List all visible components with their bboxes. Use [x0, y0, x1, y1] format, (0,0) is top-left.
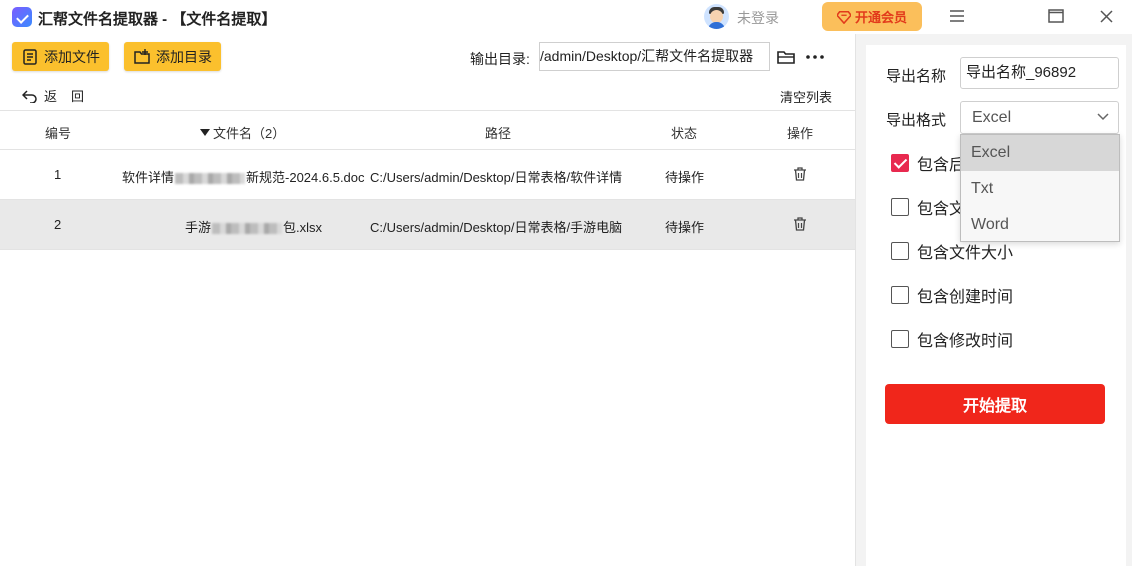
row-status: 待操作 — [665, 170, 705, 185]
redacted-mask — [175, 173, 246, 185]
include-extension-checkbox[interactable]: 包含后 — [891, 151, 965, 175]
redacted-mask — [212, 223, 283, 235]
filename-suffix: 包.xlsx — [283, 220, 323, 235]
filename-prefix: 软件详情 — [122, 170, 175, 185]
row-filename: 手游 包.xlsx — [185, 217, 365, 236]
table-row[interactable]: 1 软件详情 新规范-2024.6.5.doc C:/Users/admin/De… — [0, 150, 855, 200]
format-option-txt[interactable]: Txt — [961, 171, 1119, 207]
back-arrow-icon — [22, 89, 37, 103]
open-vip-label: 开通会员 — [854, 10, 907, 25]
filename-prefix: 手游 — [185, 220, 212, 235]
export-name-label: 导出名称 — [886, 68, 947, 85]
add-file-button[interactable]: 添加文件 — [12, 42, 109, 71]
checkbox[interactable] — [891, 330, 909, 348]
checkbox[interactable] — [891, 286, 909, 304]
diamond-icon — [836, 10, 851, 24]
row-status: 待操作 — [665, 220, 705, 235]
export-format-label: 导出格式 — [886, 112, 947, 129]
back-link[interactable]: 返回 — [22, 86, 98, 105]
output-dir-value: /admin/Desktop/汇帮文件名提取器 — [540, 48, 754, 64]
header-index: 编号 — [45, 126, 72, 141]
row-index: 2 — [54, 217, 62, 232]
header-path: 路径 — [485, 126, 512, 141]
clear-list-button[interactable]: 清空列表 — [780, 87, 832, 106]
export-name-input[interactable]: 导出名称_96892 — [960, 57, 1119, 89]
output-dir-label: 输出目录: — [470, 51, 530, 67]
close-icon[interactable] — [1096, 6, 1116, 26]
row-path: C:/Users/admin/Desktop/日常表格/手游电脑 — [370, 220, 623, 235]
open-folder-icon[interactable] — [776, 47, 796, 67]
filename-suffix: 新规范-2024.6.5.doc — [246, 170, 365, 185]
header-status: 状态 — [671, 126, 698, 141]
chevron-down-icon — [1097, 113, 1109, 121]
add-directory-label: 添加目录 — [156, 48, 212, 65]
open-vip-button[interactable]: 开通会员 — [822, 2, 922, 31]
checkbox[interactable] — [891, 198, 909, 216]
include-modified-time-checkbox[interactable]: 包含修改时间 — [891, 327, 1013, 351]
window-title: 汇帮文件名提取器 - 【文件名提取】 — [38, 11, 277, 28]
table-header: 编号 文件名（2） 路径 状态 操作 — [0, 110, 855, 150]
checkbox[interactable] — [891, 242, 909, 260]
header-filename[interactable]: 文件名（2） — [200, 123, 285, 142]
row-filename: 软件详情 新规范-2024.6.5.doc — [122, 167, 368, 186]
more-options-icon[interactable] — [806, 55, 824, 59]
title-bar: 汇帮文件名提取器 - 【文件名提取】 未登录 开通会员 — [0, 0, 1132, 34]
user-avatar[interactable] — [704, 4, 729, 29]
export-format-select[interactable]: Excel — [960, 101, 1119, 134]
checkbox-label: 包含修改时间 — [917, 333, 1014, 350]
include-filetype-checkbox[interactable]: 包含文 — [891, 195, 965, 219]
sort-down-icon — [200, 128, 210, 136]
back-label: 返回 — [44, 89, 99, 104]
include-created-time-checkbox[interactable]: 包含创建时间 — [891, 283, 1013, 307]
add-directory-button[interactable]: 添加目录 — [124, 42, 221, 71]
menu-icon[interactable] — [947, 6, 967, 26]
checkbox-label: 包含文 — [917, 201, 966, 218]
format-option-excel[interactable]: Excel — [961, 135, 1119, 171]
table-row[interactable]: 2 手游 包.xlsx C:/Users/admin/Desktop/日常表格/手… — [0, 200, 855, 250]
add-file-icon — [23, 48, 37, 65]
trash-icon[interactable] — [792, 166, 808, 182]
app-logo-icon — [12, 7, 32, 27]
export-format-value: Excel — [972, 109, 1012, 126]
login-status-link[interactable]: 未登录 — [737, 8, 779, 28]
row-index: 1 — [54, 167, 62, 182]
header-action: 操作 — [787, 126, 814, 141]
checkbox-label: 包含创建时间 — [917, 289, 1014, 306]
trash-icon[interactable] — [792, 216, 808, 232]
add-folder-icon — [134, 48, 150, 64]
row-path: C:/Users/admin/Desktop/日常表格/软件详情 — [370, 170, 623, 185]
format-option-word[interactable]: Word — [961, 207, 1119, 243]
output-dir-field[interactable]: /admin/Desktop/汇帮文件名提取器 — [539, 42, 770, 71]
checkbox-label: 包含后 — [917, 157, 966, 174]
checkbox-checked[interactable] — [891, 154, 909, 172]
header-filename-label: 文件名（2） — [213, 126, 286, 141]
format-dropdown-list: Excel Txt Word — [960, 134, 1120, 242]
start-extract-button[interactable]: 开始提取 — [885, 384, 1105, 424]
maximize-icon[interactable] — [1046, 6, 1066, 26]
add-file-label: 添加文件 — [44, 48, 100, 65]
